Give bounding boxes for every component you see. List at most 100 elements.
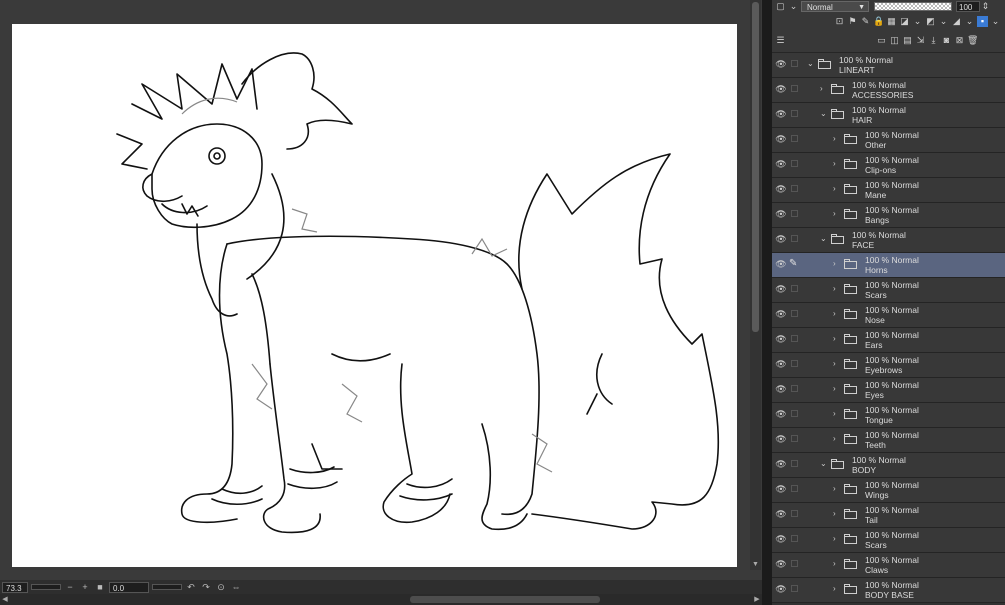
chevron-down-icon[interactable]: ⌄ — [820, 234, 828, 244]
rotate-left-icon[interactable]: ↶ — [185, 582, 197, 593]
scroll-down-icon[interactable]: ▼ — [750, 560, 761, 570]
eye-icon[interactable]: 👁 — [775, 159, 787, 169]
lock-toggle[interactable] — [791, 385, 798, 392]
apply-mask-icon[interactable]: ⊠ — [954, 35, 965, 46]
lock-icon[interactable]: 🔒 — [873, 16, 884, 27]
zoom-slider[interactable] — [31, 584, 61, 590]
eye-icon[interactable]: 👁 — [775, 134, 787, 144]
rotation-field[interactable]: 0.0 — [109, 581, 149, 593]
layer-property-icon[interactable]: ▢ — [775, 1, 786, 12]
lock-transparent-icon[interactable]: ▦ — [886, 16, 897, 27]
eye-icon[interactable]: 👁 — [775, 309, 787, 319]
layer-row[interactable]: 👁 › 100 % Normal Nose — [772, 303, 1005, 328]
eye-icon[interactable]: 👁 — [775, 259, 787, 269]
layer-row[interactable]: 👁 › 100 % Normal ACCESSORIES — [772, 78, 1005, 103]
chevron-right-icon[interactable]: › — [833, 184, 841, 194]
chevron-right-icon[interactable]: › — [833, 209, 841, 219]
layer-row[interactable]: 👁 › 100 % Normal Eyes — [772, 378, 1005, 403]
horizontal-scrollbar[interactable]: ◀ ▶ — [0, 594, 762, 605]
rotation-slider[interactable] — [152, 584, 182, 590]
eye-icon[interactable]: 👁 — [775, 234, 787, 244]
layer-row[interactable]: 👁 ⌄ 100 % Normal FACE — [772, 228, 1005, 253]
zoom-field[interactable]: 73.3 — [2, 581, 28, 593]
layer-row[interactable]: 👁 › 100 % Normal Other — [772, 128, 1005, 153]
layer-row[interactable]: 👁 › 100 % Normal Eyebrows — [772, 353, 1005, 378]
layer-row[interactable]: 👁 ⌄ 100 % Normal BODY — [772, 453, 1005, 478]
eye-icon[interactable]: 👁 — [775, 359, 787, 369]
lock-toggle[interactable] — [791, 335, 798, 342]
lock-toggle[interactable] — [791, 435, 798, 442]
chevron-right-icon[interactable]: › — [833, 534, 841, 544]
layer-row[interactable]: 👁 › 100 % Normal Teeth — [772, 428, 1005, 453]
stepper-icon[interactable]: ⇕ — [980, 1, 991, 12]
layer-row[interactable]: 👁 › 100 % Normal BODY BASE — [772, 578, 1005, 603]
chevron-right-icon[interactable]: › — [833, 334, 841, 344]
chevron-right-icon[interactable]: › — [833, 484, 841, 494]
lock-toggle[interactable] — [791, 235, 798, 242]
scroll-left-icon[interactable]: ◀ — [0, 594, 10, 605]
eye-icon[interactable]: 👁 — [775, 384, 787, 394]
layer-row[interactable]: 👁 ✎ › 100 % Normal Horns — [772, 253, 1005, 278]
lock-toggle[interactable] — [791, 310, 798, 317]
lock-toggle[interactable] — [791, 360, 798, 367]
new-folder-icon[interactable]: ▤ — [902, 35, 913, 46]
layer-mask-icon[interactable]: ◙ — [941, 35, 952, 46]
eye-icon[interactable]: 👁 — [775, 109, 787, 119]
layer-row[interactable]: 👁 › 100 % Normal Claws — [772, 553, 1005, 578]
eye-icon[interactable]: 👁 — [775, 434, 787, 444]
palette-icon[interactable]: ◢ — [951, 16, 962, 27]
lock-toggle[interactable] — [791, 110, 798, 117]
chevron-down-icon[interactable]: ⌄ — [807, 59, 815, 69]
layer-row[interactable]: 👁 › 100 % Normal Mane — [772, 178, 1005, 203]
layer-row[interactable]: 👁 ⌄ 100 % Normal LINEART — [772, 53, 1005, 78]
eye-icon[interactable]: 👁 — [775, 459, 787, 469]
zoom-out-icon[interactable]: − — [64, 582, 76, 593]
layer-row[interactable]: 👁 › 100 % Normal Ears — [772, 328, 1005, 353]
lock-toggle[interactable] — [791, 135, 798, 142]
chevron-right-icon[interactable]: › — [833, 509, 841, 519]
layer-row[interactable]: 👁 › 100 % Normal Tongue — [772, 403, 1005, 428]
chevron-right-icon[interactable]: › — [833, 409, 841, 419]
layer-row[interactable]: 👁 › 100 % Normal Wings — [772, 478, 1005, 503]
lock-toggle[interactable] — [791, 535, 798, 542]
chevron-down-icon[interactable]: ⌄ — [990, 16, 1001, 27]
new-vector-layer-icon[interactable]: ◫ — [889, 35, 900, 46]
chevron-right-icon[interactable]: › — [820, 84, 828, 94]
lock-toggle[interactable] — [791, 410, 798, 417]
panel-menu-icon[interactable]: ☰ — [775, 35, 786, 46]
lock-toggle[interactable] — [791, 510, 798, 517]
lock-toggle[interactable] — [791, 60, 798, 67]
chevron-down-icon[interactable]: ⌄ — [820, 459, 828, 469]
layer-row[interactable]: 👁 ⌄ 100 % Normal HAIR — [772, 103, 1005, 128]
draft-layer-icon[interactable]: ✎ — [860, 16, 871, 27]
panel-divider[interactable] — [762, 0, 772, 605]
layer-row[interactable]: 👁 › 100 % Normal Scars — [772, 278, 1005, 303]
eye-icon[interactable]: 👁 — [775, 334, 787, 344]
layer-color-swatch-icon[interactable]: ▪ — [977, 16, 988, 27]
lock-toggle[interactable] — [791, 210, 798, 217]
opacity-field[interactable]: 100 — [956, 0, 980, 12]
zoom-in-icon[interactable]: + — [79, 582, 91, 593]
chevron-right-icon[interactable]: › — [833, 134, 841, 144]
chevron-right-icon[interactable]: › — [833, 384, 841, 394]
opacity-slider[interactable] — [874, 1, 952, 11]
reference-layer-icon[interactable]: ⚑ — [847, 16, 858, 27]
chevron-right-icon[interactable]: › — [833, 559, 841, 569]
layer-row[interactable]: 👁 › 100 % Normal Tail — [772, 503, 1005, 528]
lock-toggle[interactable] — [791, 560, 798, 567]
lock-toggle[interactable] — [791, 285, 798, 292]
eye-icon[interactable]: 👁 — [775, 509, 787, 519]
chevron-right-icon[interactable]: › — [833, 584, 841, 594]
eye-icon[interactable]: 👁 — [775, 84, 787, 94]
transfer-icon[interactable]: ⇲ — [915, 35, 926, 46]
layer-color-icon[interactable]: ◩ — [925, 16, 936, 27]
eye-icon[interactable]: 👁 — [775, 184, 787, 194]
canvas-area[interactable]: ▼ 73.3 − + ■ 0.0 ↶ ↷ ⊙ ⇔ ◀ ▶ — [0, 0, 762, 605]
merge-down-icon[interactable]: ⤓ — [928, 35, 939, 46]
lock-toggle[interactable] — [791, 160, 798, 167]
layer-row[interactable]: 👁 › 100 % Normal Bangs — [772, 203, 1005, 228]
eye-icon[interactable]: 👁 — [775, 284, 787, 294]
chevron-right-icon[interactable]: › — [833, 434, 841, 444]
mask-icon[interactable]: ◪ — [899, 16, 910, 27]
eye-icon[interactable]: 👁 — [775, 59, 787, 69]
